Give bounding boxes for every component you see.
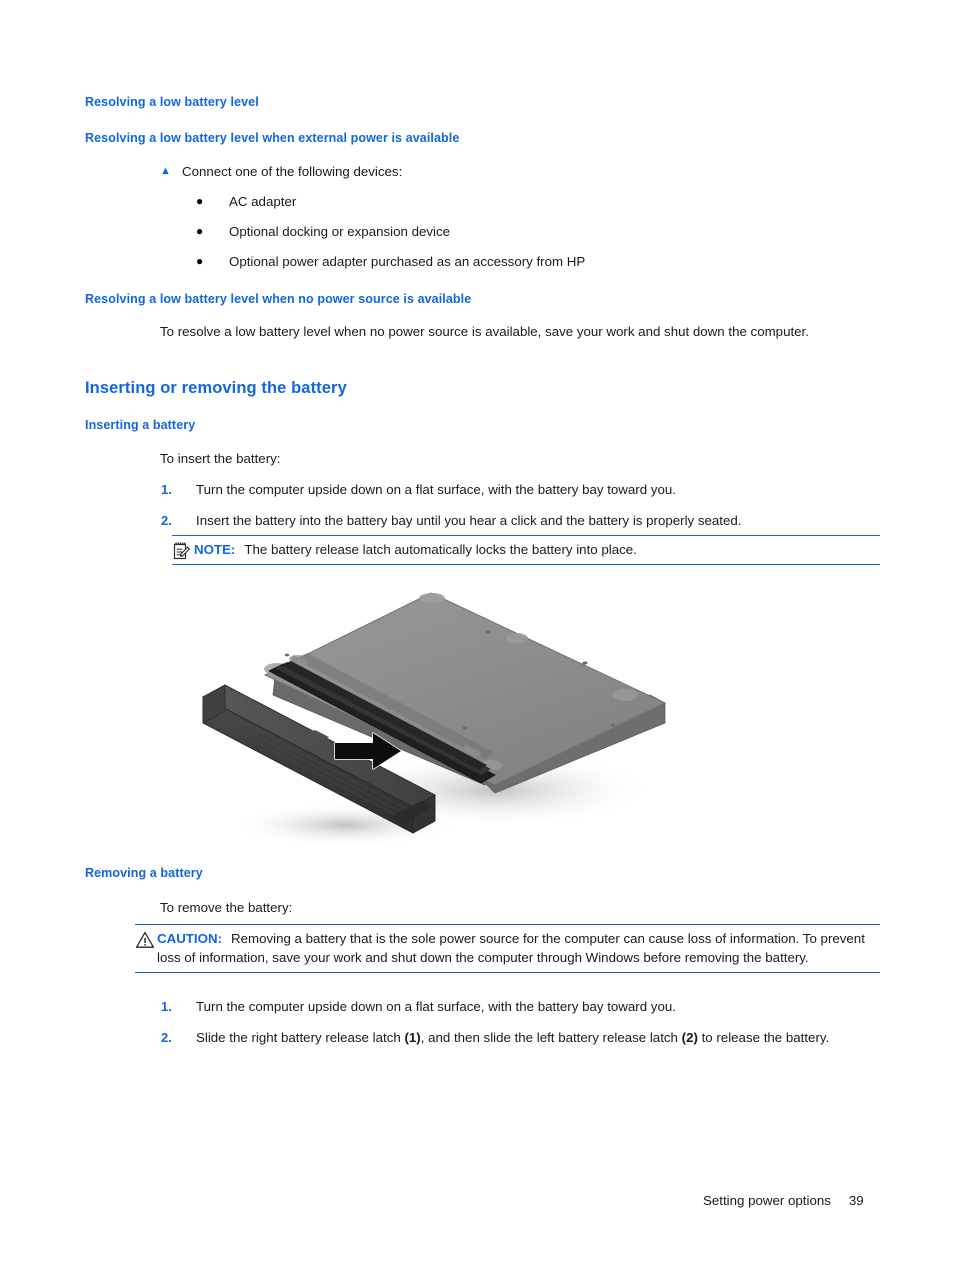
disc-bullet-icon: ● [196,194,204,208]
footer-section-title: Setting power options [703,1193,831,1208]
list-item: 2. Insert the battery into the battery b… [161,511,881,530]
note-admonition: NOTE: The battery release latch automatic… [172,535,880,565]
heading-inserting-a-battery: Inserting a battery [85,418,196,432]
list-item: 2. Slide the right battery release latch… [161,1028,901,1047]
remove-intro-text: To remove the battery: [160,900,293,915]
caution-admonition: CAUTION: Removing a battery that is the s… [135,924,880,973]
list-item: ● Optional power adapter purchased as an… [196,252,856,271]
list-item: 1. Turn the computer upside down on a fl… [161,480,881,499]
step-text: Slide the right battery release latch (1… [196,1028,829,1047]
caution-text: Removing a battery that is the sole powe… [157,931,865,965]
list-item: ● Optional docking or expansion device [196,222,856,241]
list-item: ● AC adapter [196,192,856,211]
triangle-bullet-icon: ▲ [160,165,171,177]
insert-steps-list: 1. Turn the computer upside down on a fl… [161,480,881,542]
connect-devices-step: ▲ Connect one of the following devices: [160,162,860,181]
heading-inserting-or-removing-battery: Inserting or removing the battery [85,379,347,397]
no-power-paragraph: To resolve a low battery level when no p… [160,324,809,339]
note-icon [172,541,192,561]
callout-ref-1: (1) [404,1030,421,1045]
step-text-part-3: to release the battery. [697,1030,830,1045]
device-bullet-list: ● AC adapter ● Optional docking or expan… [196,192,856,282]
step-text: Turn the computer upside down on a flat … [196,482,676,497]
list-item: 1. Turn the computer upside down on a fl… [161,997,901,1016]
caution-keyword: CAUTION: [157,931,222,946]
heading-removing-a-battery: Removing a battery [85,866,203,880]
callout-ref-2: (2) [681,1030,698,1045]
remove-steps-list: 1. Turn the computer upside down on a fl… [161,997,901,1059]
warning-triangle-icon [135,930,155,950]
step-number: 1. [161,482,172,497]
step-number: 2. [161,513,172,528]
step-number: 1. [161,999,172,1014]
note-text: The battery release latch automatically … [244,542,637,557]
heading-resolving-external-power: Resolving a low battery level when exter… [85,131,460,145]
step-text: Turn the computer upside down on a flat … [196,999,676,1014]
footer-page-number: 39 [848,1193,864,1208]
heading-resolving-low-battery-level: Resolving a low battery level [85,95,259,109]
document-page: Resolving a low battery level Resolving … [0,0,954,1270]
step-text: Insert the battery into the battery bay … [196,513,742,528]
battery-insertion-illustration [195,585,685,855]
step-number: 2. [161,1030,172,1045]
disc-bullet-icon: ● [196,224,204,238]
bullet-label: Optional power adapter purchased as an a… [229,254,586,269]
insert-intro-text: To insert the battery: [160,451,281,466]
connect-devices-text: Connect one of the following devices: [182,164,403,179]
disc-bullet-icon: ● [196,254,204,268]
note-keyword: NOTE: [194,542,236,557]
heading-resolving-no-power-source: Resolving a low battery level when no po… [85,292,472,306]
step-text-part-2: , and then slide the left battery releas… [420,1030,682,1045]
bullet-label: Optional docking or expansion device [229,224,451,239]
step-text-part-1: Slide the right battery release latch [196,1030,405,1045]
page-footer: Setting power options 39 [703,1193,864,1208]
bullet-label: AC adapter [229,194,297,209]
